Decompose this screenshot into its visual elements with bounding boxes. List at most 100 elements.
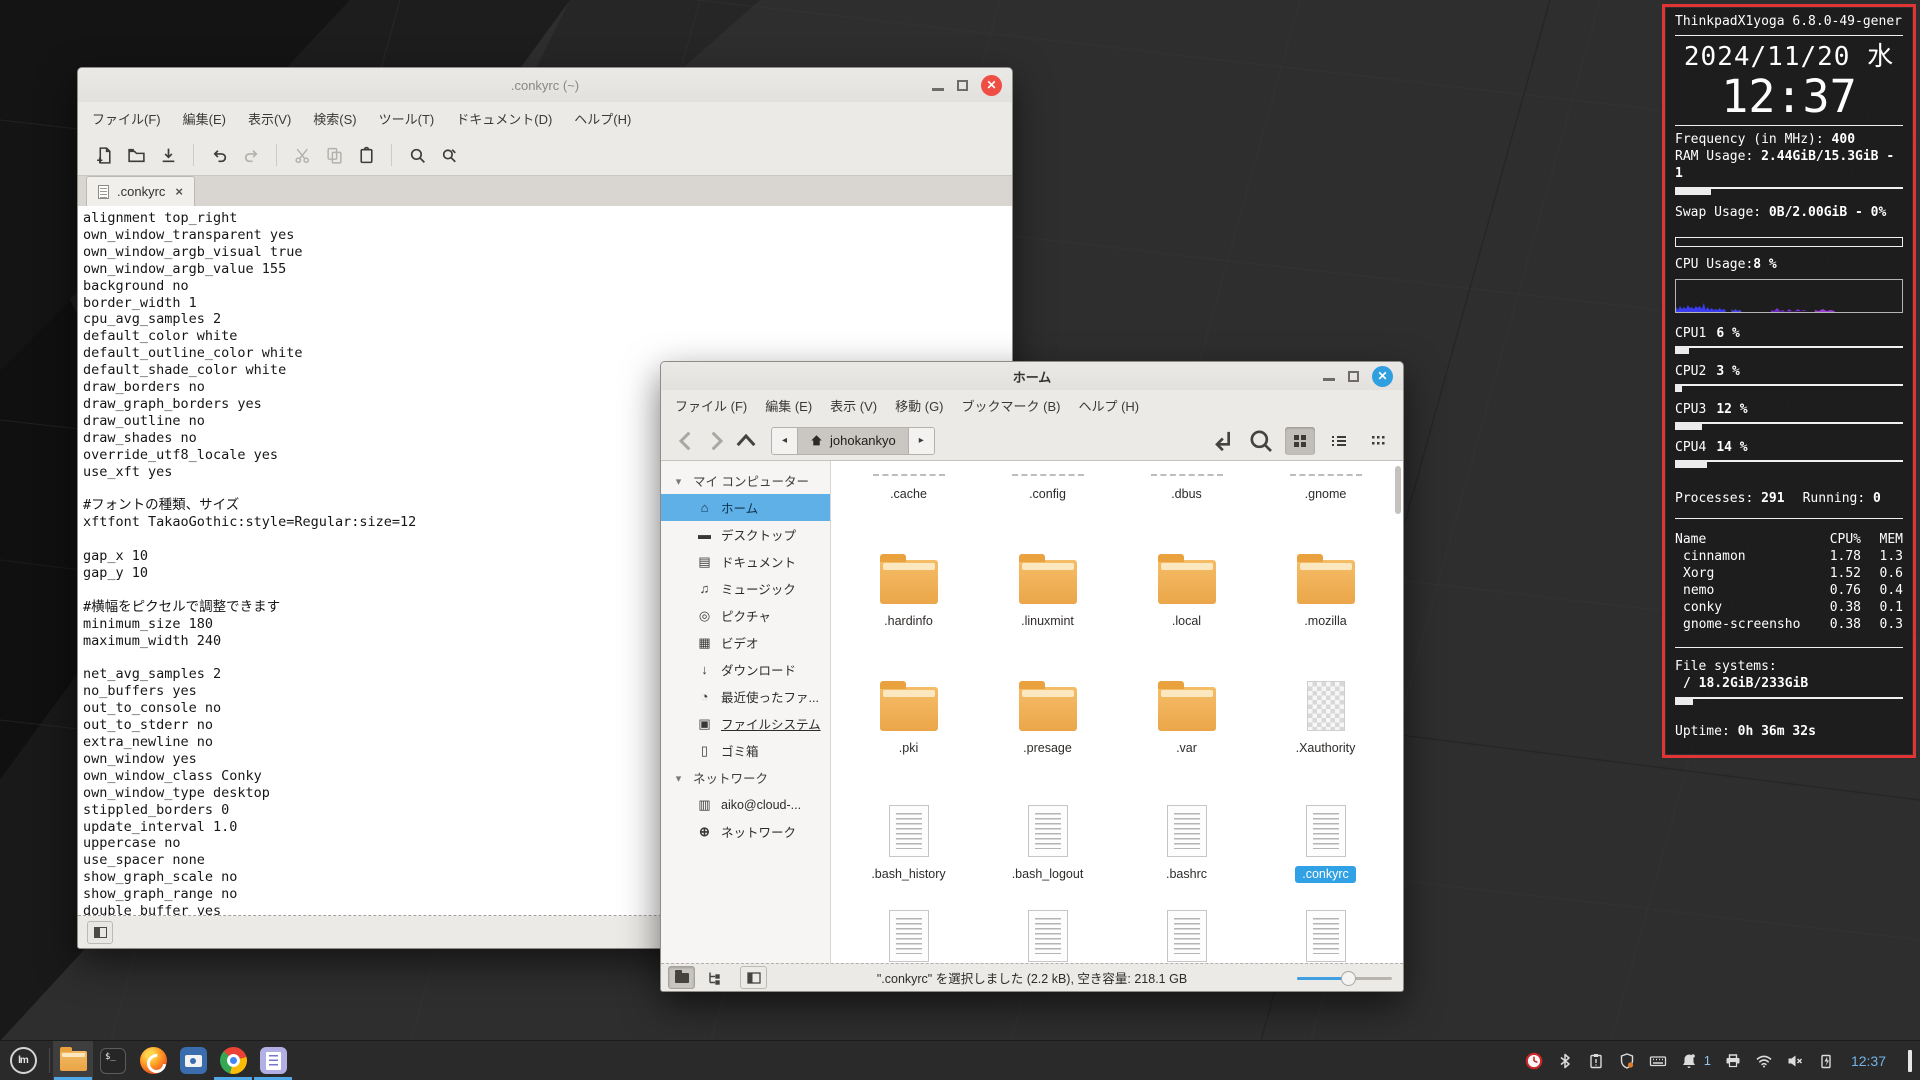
zoom-slider[interactable] [1297,968,1392,988]
compact-view-button[interactable] [1363,427,1393,455]
menu-button[interactable]: lm [0,1041,46,1080]
file-item[interactable]: .bash_logout [978,759,1117,885]
menu-item[interactable]: 表示(V) [248,109,291,128]
menu-item[interactable]: ファイル (F) [675,396,747,415]
back-button[interactable] [671,427,701,455]
close-button[interactable]: ✕ [1372,366,1393,387]
clipboard-icon[interactable] [1587,1052,1605,1070]
notifications-bell-icon[interactable] [1680,1052,1698,1070]
file-item[interactable]: .mozilla [1256,505,1395,632]
sidebar-item[interactable]: 最近使ったファ... [661,683,830,710]
timer-tray-icon[interactable] [1525,1052,1543,1070]
file-item[interactable]: .Xauthority [1256,632,1395,759]
menu-item[interactable]: ヘルプ(H) [574,109,631,128]
sidebar-item[interactable]: aiko@cloud-... [661,791,830,818]
sidebar-item[interactable]: ファイルシステム [661,710,830,737]
file-item[interactable]: .bashrc [1117,759,1256,885]
editor-titlebar[interactable]: .conkyrc (~) ✕ [78,68,1012,102]
taskbar-app-chrome[interactable] [213,1041,253,1080]
file-item[interactable]: .config [978,461,1117,505]
treeview-toggle-button[interactable] [700,966,727,989]
menu-item[interactable]: 編集 (E) [765,396,812,415]
file-item[interactable]: .cache [839,461,978,505]
maximize-button[interactable] [1348,371,1359,382]
side-panel-toggle-button[interactable] [87,921,113,944]
taskbar-app-terminal[interactable]: $_ [93,1041,133,1080]
nemo-titlebar[interactable]: ホーム ✕ [661,362,1403,390]
file-item[interactable]: .linuxmint [978,505,1117,632]
menu-item[interactable]: 移動 (G) [895,396,943,415]
sidebar-item[interactable]: ダウンロード [661,656,830,683]
file-item[interactable] [839,885,978,963]
file-item[interactable]: .bash_history [839,759,978,885]
up-button[interactable] [731,427,761,455]
menu-item[interactable]: 検索(S) [313,109,356,128]
maximize-button[interactable] [957,80,968,91]
menu-item[interactable]: ツール(T) [379,109,435,128]
file-item[interactable]: .gnome [1256,461,1395,505]
paste-button[interactable] [350,140,382,170]
taskbar-app-screenshot[interactable] [173,1041,213,1080]
path-segment-home[interactable]: johokankyo [797,428,909,454]
taskbar-clock[interactable]: 12:37 [1851,1053,1886,1069]
file-item[interactable]: .var [1117,632,1256,759]
search-replace-button[interactable] [433,140,465,170]
wifi-icon[interactable] [1755,1052,1773,1070]
file-item[interactable]: .pki [839,632,978,759]
save-button[interactable] [152,140,184,170]
slider-handle[interactable] [1341,971,1356,986]
forward-button[interactable] [701,427,731,455]
file-item[interactable] [978,885,1117,963]
menu-item[interactable]: ブックマーク (B) [962,396,1061,415]
sidebar-item[interactable]: ミュージック [661,575,830,602]
redo-button[interactable] [235,140,267,170]
toggle-location-entry-button[interactable] [1207,427,1237,455]
tab-conkyrc[interactable]: .conkyrc × [86,176,195,206]
close-button[interactable]: ✕ [981,75,1002,96]
menu-item[interactable]: ドキュメント(D) [456,109,552,128]
sidebar-item[interactable]: ネットワーク [661,764,830,791]
new-document-button[interactable] [88,140,120,170]
vertical-scrollbar[interactable] [1395,466,1401,514]
search-button[interactable] [1246,427,1276,455]
sidebar-item[interactable]: ホーム [661,494,830,521]
sidebar-item[interactable]: デスクトップ [661,521,830,548]
taskbar-app-editor[interactable] [253,1041,293,1080]
open-file-button[interactable] [120,140,152,170]
icon-view-button[interactable] [1285,427,1315,455]
minimize-button[interactable] [932,88,944,91]
sidebar-item[interactable]: ゴミ箱 [661,737,830,764]
power-battery-icon[interactable] [1817,1052,1835,1070]
show-desktop-button[interactable] [1908,1050,1912,1072]
sidebar-toggle-button[interactable] [740,966,767,989]
nemo-file-pane[interactable]: .cache.config.dbus.gnome .hardinfo.linuxm… [831,461,1403,963]
file-item[interactable]: .dbus [1117,461,1256,505]
taskbar-app-files[interactable] [53,1041,93,1080]
path-scroll-right-button[interactable]: ▸ [909,428,934,454]
file-item[interactable]: .hardinfo [839,505,978,632]
menu-item[interactable]: ファイル(F) [92,109,161,128]
bluetooth-icon[interactable] [1556,1052,1574,1070]
file-item[interactable] [1117,885,1256,963]
taskbar-app-firefox[interactable] [133,1041,173,1080]
search-button[interactable] [401,140,433,170]
sidebar-item[interactable]: マイ コンピューター [661,467,830,494]
cut-button[interactable] [286,140,318,170]
places-toggle-button[interactable] [668,966,695,989]
sidebar-item[interactable]: ピクチャ [661,602,830,629]
menu-item[interactable]: 編集(E) [183,109,226,128]
menu-item[interactable]: ヘルプ (H) [1078,396,1139,415]
sidebar-item[interactable]: ビデオ [661,629,830,656]
list-view-button[interactable] [1324,427,1354,455]
undo-button[interactable] [203,140,235,170]
printer-icon[interactable] [1724,1052,1742,1070]
sidebar-item[interactable]: ネットワーク [661,818,830,845]
tab-close-icon[interactable]: × [175,184,183,199]
file-item[interactable]: .presage [978,632,1117,759]
file-item[interactable]: .conkyrc [1256,759,1395,885]
copy-button[interactable] [318,140,350,170]
volume-muted-icon[interactable] [1786,1052,1804,1070]
menu-item[interactable]: 表示 (V) [830,396,877,415]
file-item[interactable]: .local [1117,505,1256,632]
minimize-button[interactable] [1323,378,1335,381]
